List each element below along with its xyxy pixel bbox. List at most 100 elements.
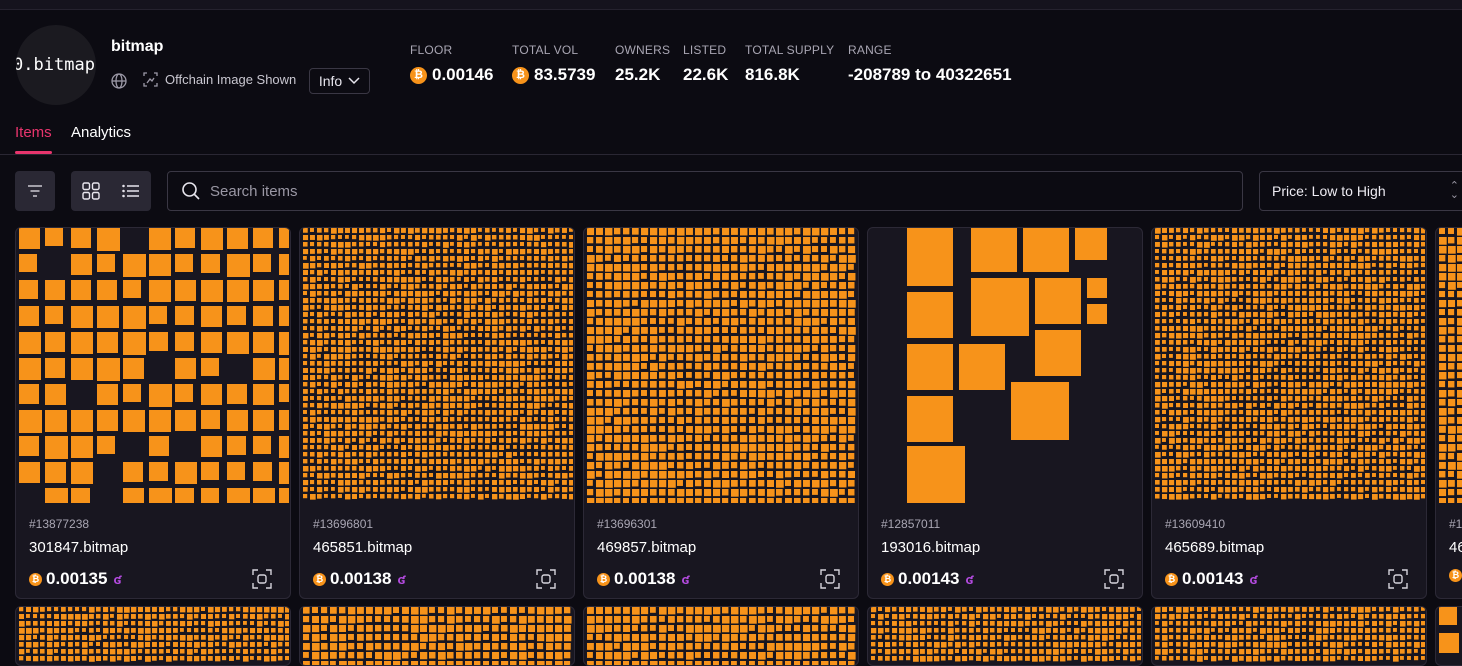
- bitcoin-icon: ₿: [313, 572, 326, 586]
- image-scan-icon: [143, 72, 158, 87]
- item-card[interactable]: #13609410 465689.bitmap ₿ 0.00143 ʛ: [1151, 227, 1427, 599]
- tab-bar: Items Analytics: [0, 120, 1462, 155]
- stat-owners-value: 25.2K: [615, 65, 661, 84]
- stat-total-supply-label: TOTAL SUPPLY: [745, 43, 835, 57]
- bitmap-image: [303, 607, 572, 665]
- item-card[interactable]: #13696301 469857.bitmap ₿ 0.00138 ʛ: [583, 227, 859, 599]
- item-price: 0.00143: [898, 569, 960, 588]
- stat-listed: LISTED 22.6K: [683, 43, 728, 85]
- item-price: 0.00138: [614, 569, 676, 588]
- grid-icon: [82, 182, 100, 200]
- chevron-updown-icon: ⌃ ⌄: [1449, 180, 1459, 201]
- item-card[interactable]: [15, 606, 291, 666]
- bitmap-image: [303, 228, 573, 500]
- info-dropdown[interactable]: Info: [309, 68, 370, 94]
- chevron-down-icon: [348, 77, 360, 85]
- sort-dropdown[interactable]: Price: Low to High ⌃ ⌄: [1259, 171, 1462, 211]
- magic-eden-icon: ʛ: [965, 571, 974, 587]
- list-icon: [122, 184, 139, 198]
- scan-icon[interactable]: [252, 569, 272, 589]
- search-icon: [182, 182, 200, 200]
- inscription-number: #13696801: [313, 517, 374, 531]
- search-bar: [167, 171, 1243, 211]
- stat-total-vol-label: TOTAL VOL: [512, 43, 579, 57]
- inscription-number: #13877238: [29, 517, 90, 531]
- item-card[interactable]: [1151, 606, 1427, 666]
- item-name: 465689.bitmap: [1165, 539, 1265, 556]
- bitcoin-icon: ₿: [597, 572, 610, 586]
- view-toggle: [71, 171, 151, 211]
- stat-listed-value: 22.6K: [683, 65, 729, 84]
- bitmap-image: [19, 228, 289, 503]
- item-card[interactable]: [299, 606, 575, 666]
- bitmap-image: [19, 607, 289, 662]
- stat-total-supply-value: 816.8K: [745, 65, 800, 84]
- stat-range-value: -208789 to 40322651: [848, 65, 1012, 84]
- inscription-number: #13696301: [597, 517, 658, 531]
- item-name: 465851.bitmap: [313, 539, 413, 556]
- item-price: 0.00143: [1182, 569, 1244, 588]
- collection-name: bitmap: [111, 38, 164, 55]
- stat-floor: FLOOR ₿ 0.00146: [410, 43, 493, 85]
- sort-selected-label: Price: Low to High: [1272, 183, 1386, 199]
- item-card[interactable]: #13696801 465851.bitmap ₿ 0.00138 ʛ: [299, 227, 575, 599]
- search-input[interactable]: [210, 182, 1110, 200]
- stat-total-vol-value: 83.5739: [534, 65, 596, 84]
- bitmap-image: [907, 228, 1107, 503]
- bitcoin-icon: ₿: [29, 572, 42, 586]
- offchain-label: Offchain Image Shown: [165, 72, 297, 87]
- bitmap-image: [1439, 607, 1459, 653]
- stat-total-supply: TOTAL SUPPLY 816.8K: [745, 43, 834, 85]
- bitmap-image: [1155, 228, 1425, 500]
- item-name: 469857.bitmap: [597, 539, 697, 556]
- info-label: Info: [318, 73, 343, 89]
- inscription-number: #13609410: [1165, 517, 1226, 531]
- item-card[interactable]: [583, 606, 859, 666]
- top-bar: [0, 0, 1462, 10]
- bitcoin-icon: ₿: [410, 66, 427, 84]
- inscription-number: #1: [1449, 517, 1462, 531]
- stat-listed-label: LISTED: [683, 43, 727, 57]
- item-name: 46: [1449, 539, 1462, 556]
- bitmap-image: [871, 607, 1141, 662]
- item-card[interactable]: #1 46 ₿: [1435, 227, 1462, 599]
- magic-eden-icon: ʛ: [397, 571, 406, 587]
- grid-view-button[interactable]: [71, 171, 111, 211]
- scan-icon[interactable]: [1388, 569, 1408, 589]
- stat-range-label: RANGE: [848, 43, 892, 57]
- collection-logo: 0.bitmap: [16, 25, 96, 105]
- item-card[interactable]: [867, 606, 1143, 666]
- inscription-number: #12857011: [881, 517, 941, 531]
- tab-analytics[interactable]: Analytics: [71, 124, 131, 141]
- magic-eden-icon: ʛ: [1249, 571, 1258, 587]
- stat-range: RANGE -208789 to 40322651: [848, 43, 1012, 85]
- bitmap-image: [1439, 228, 1462, 503]
- filter-button[interactable]: [15, 171, 55, 211]
- filter-icon: [28, 185, 42, 197]
- bitcoin-icon: ₿: [1165, 572, 1178, 586]
- stat-floor-label: FLOOR: [410, 43, 453, 57]
- item-price: 0.00135: [46, 569, 108, 588]
- scan-icon[interactable]: [536, 569, 556, 589]
- item-card[interactable]: #12857011 193016.bitmap ₿ 0.00143 ʛ: [867, 227, 1143, 599]
- item-name: 301847.bitmap: [29, 539, 129, 556]
- scan-icon[interactable]: [820, 569, 840, 589]
- bitcoin-icon: ₿: [881, 572, 894, 586]
- offchain-image-toggle[interactable]: Offchain Image Shown: [143, 72, 296, 87]
- item-card[interactable]: #13877238 301847.bitmap ₿ 0.00135 ʛ: [15, 227, 291, 599]
- globe-icon[interactable]: [110, 72, 128, 90]
- bitmap-image: [1155, 607, 1425, 662]
- tab-items[interactable]: Items: [15, 124, 52, 154]
- item-price: 0.00138: [330, 569, 392, 588]
- bitmap-image: [587, 228, 856, 503]
- stat-owners-label: OWNERS: [615, 43, 671, 57]
- magic-eden-icon: ʛ: [681, 571, 690, 587]
- item-card[interactable]: [1435, 606, 1462, 666]
- bitmap-image: [587, 607, 856, 665]
- list-view-button[interactable]: [111, 171, 151, 211]
- stat-total-vol: TOTAL VOL ₿ 83.5739: [512, 43, 595, 85]
- stat-owners: OWNERS 25.2K: [615, 43, 670, 85]
- bitcoin-icon: ₿: [1449, 569, 1462, 582]
- scan-icon[interactable]: [1104, 569, 1124, 589]
- item-name: 193016.bitmap: [881, 539, 981, 556]
